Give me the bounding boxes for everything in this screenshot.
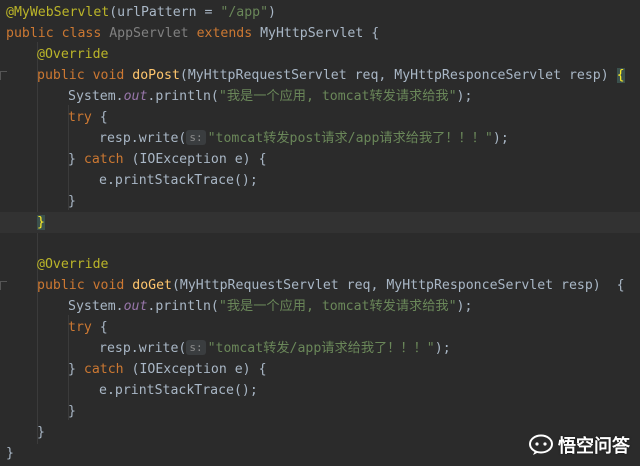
string-literal: "我是一个应用, tomcat转发请求给我" xyxy=(218,299,457,314)
code-editor[interactable]: @MyWebServlet(urlPattern = "/app") publi… xyxy=(0,0,640,466)
code-text: ); xyxy=(456,299,473,314)
code-text: e.printStackTrace(); xyxy=(99,173,258,188)
code-text: (MyHttpRequestServlet req, MyHttpResponc… xyxy=(179,68,617,83)
code-line[interactable]: try { xyxy=(0,317,640,338)
code-text: System. xyxy=(68,89,124,104)
keyword-token: public class xyxy=(6,26,110,41)
code-text: MyHttpServlet { xyxy=(260,26,380,41)
code-text: (IOException e) { xyxy=(123,362,267,377)
code-line[interactable] xyxy=(0,233,640,254)
keyword-token: try xyxy=(68,110,92,125)
keyword-token: catch xyxy=(83,362,124,377)
class-name: AppServlet xyxy=(109,26,189,41)
code-text: (MyHttpRequestServlet req, MyHttpResponc… xyxy=(171,278,625,293)
code-line[interactable]: public void doPost(MyHttpRequestServlet … xyxy=(0,65,640,86)
code-line[interactable]: } xyxy=(0,401,640,422)
code-text: resp.write( xyxy=(99,131,187,146)
code-line[interactable]: @MyWebServlet(urlPattern = "/app") xyxy=(0,2,640,23)
keyword-token: public void xyxy=(37,278,133,293)
keyword-token: catch xyxy=(83,152,124,167)
code-text: } xyxy=(68,404,76,419)
matched-brace: } xyxy=(37,215,45,230)
code-text: (urlPattern = xyxy=(109,5,221,20)
code-line[interactable]: System.out.println("我是一个应用, tomcat转发请求给我… xyxy=(0,86,640,107)
code-line[interactable]: public class AppServlet extends MyHttpSe… xyxy=(0,23,640,44)
keyword-token: try xyxy=(68,320,92,335)
code-line[interactable]: resp.write(s: "tomcat转发/app请求给我了！！！"); xyxy=(0,338,640,359)
code-text: e.printStackTrace(); xyxy=(99,383,258,398)
watermark-text: 悟空问答 xyxy=(558,436,630,457)
code-line[interactable]: resp.write(s: "tomcat转发post请求/app请求给我了！！！… xyxy=(0,128,640,149)
speech-bubble-logo-icon xyxy=(529,434,553,455)
keyword-token: public void xyxy=(37,68,133,83)
code-text: ) xyxy=(268,5,276,20)
annotation-token: @MyWebServlet xyxy=(6,5,110,20)
static-field: out xyxy=(123,299,148,314)
code-line[interactable]: @Override xyxy=(0,44,640,65)
string-literal: "tomcat转发post请求/app请求给我了！！！" xyxy=(207,131,493,146)
code-line[interactable]: @Override xyxy=(0,254,640,275)
code-text: } xyxy=(68,194,76,209)
code-line[interactable]: } catch (IOException e) { xyxy=(0,359,640,380)
code-text: ); xyxy=(492,131,509,146)
code-line[interactable]: e.printStackTrace(); xyxy=(0,170,640,191)
annotation-token: @Override xyxy=(37,257,109,272)
string-literal: "我是一个应用, tomcat转发请求给我" xyxy=(218,89,457,104)
code-text: } xyxy=(37,425,45,440)
code-text: .println( xyxy=(147,89,219,104)
code-line[interactable]: public void doGet(MyHttpRequestServlet r… xyxy=(0,275,640,296)
watermark: 悟空问答 xyxy=(528,432,630,458)
code-text: ); xyxy=(456,89,473,104)
code-line[interactable]: System.out.println("我是一个应用, tomcat转发请求给我… xyxy=(0,296,640,317)
method-name: doGet xyxy=(132,278,172,293)
code-text: } xyxy=(68,362,84,377)
code-text: { xyxy=(91,320,108,335)
code-line[interactable]: } catch (IOException e) { xyxy=(0,149,640,170)
code-text: System. xyxy=(68,299,124,314)
static-field: out xyxy=(123,89,148,104)
string-literal: "/app" xyxy=(220,5,269,20)
method-name: doPost xyxy=(132,68,180,83)
string-literal: "tomcat转发/app请求给我了！！！" xyxy=(207,341,435,356)
code-text: resp.write( xyxy=(99,341,187,356)
code-text: { xyxy=(91,110,108,125)
code-line[interactable]: e.printStackTrace(); xyxy=(0,380,640,401)
code-line[interactable]: } xyxy=(0,191,640,212)
keyword-token: extends xyxy=(188,26,261,41)
fold-marker-icon[interactable] xyxy=(0,71,7,80)
parameter-hint: s: xyxy=(186,340,206,355)
code-text: .println( xyxy=(147,299,219,314)
code-text: } xyxy=(6,446,14,461)
code-text: (IOException e) { xyxy=(123,152,267,167)
annotation-token: @Override xyxy=(37,47,109,62)
code-line[interactable]: try { xyxy=(0,107,640,128)
current-code-line[interactable]: } xyxy=(0,212,640,233)
matched-brace: { xyxy=(616,68,625,83)
code-text: ); xyxy=(434,341,451,356)
fold-marker-icon[interactable] xyxy=(0,281,7,290)
parameter-hint: s: xyxy=(186,130,206,145)
code-text: } xyxy=(68,152,84,167)
